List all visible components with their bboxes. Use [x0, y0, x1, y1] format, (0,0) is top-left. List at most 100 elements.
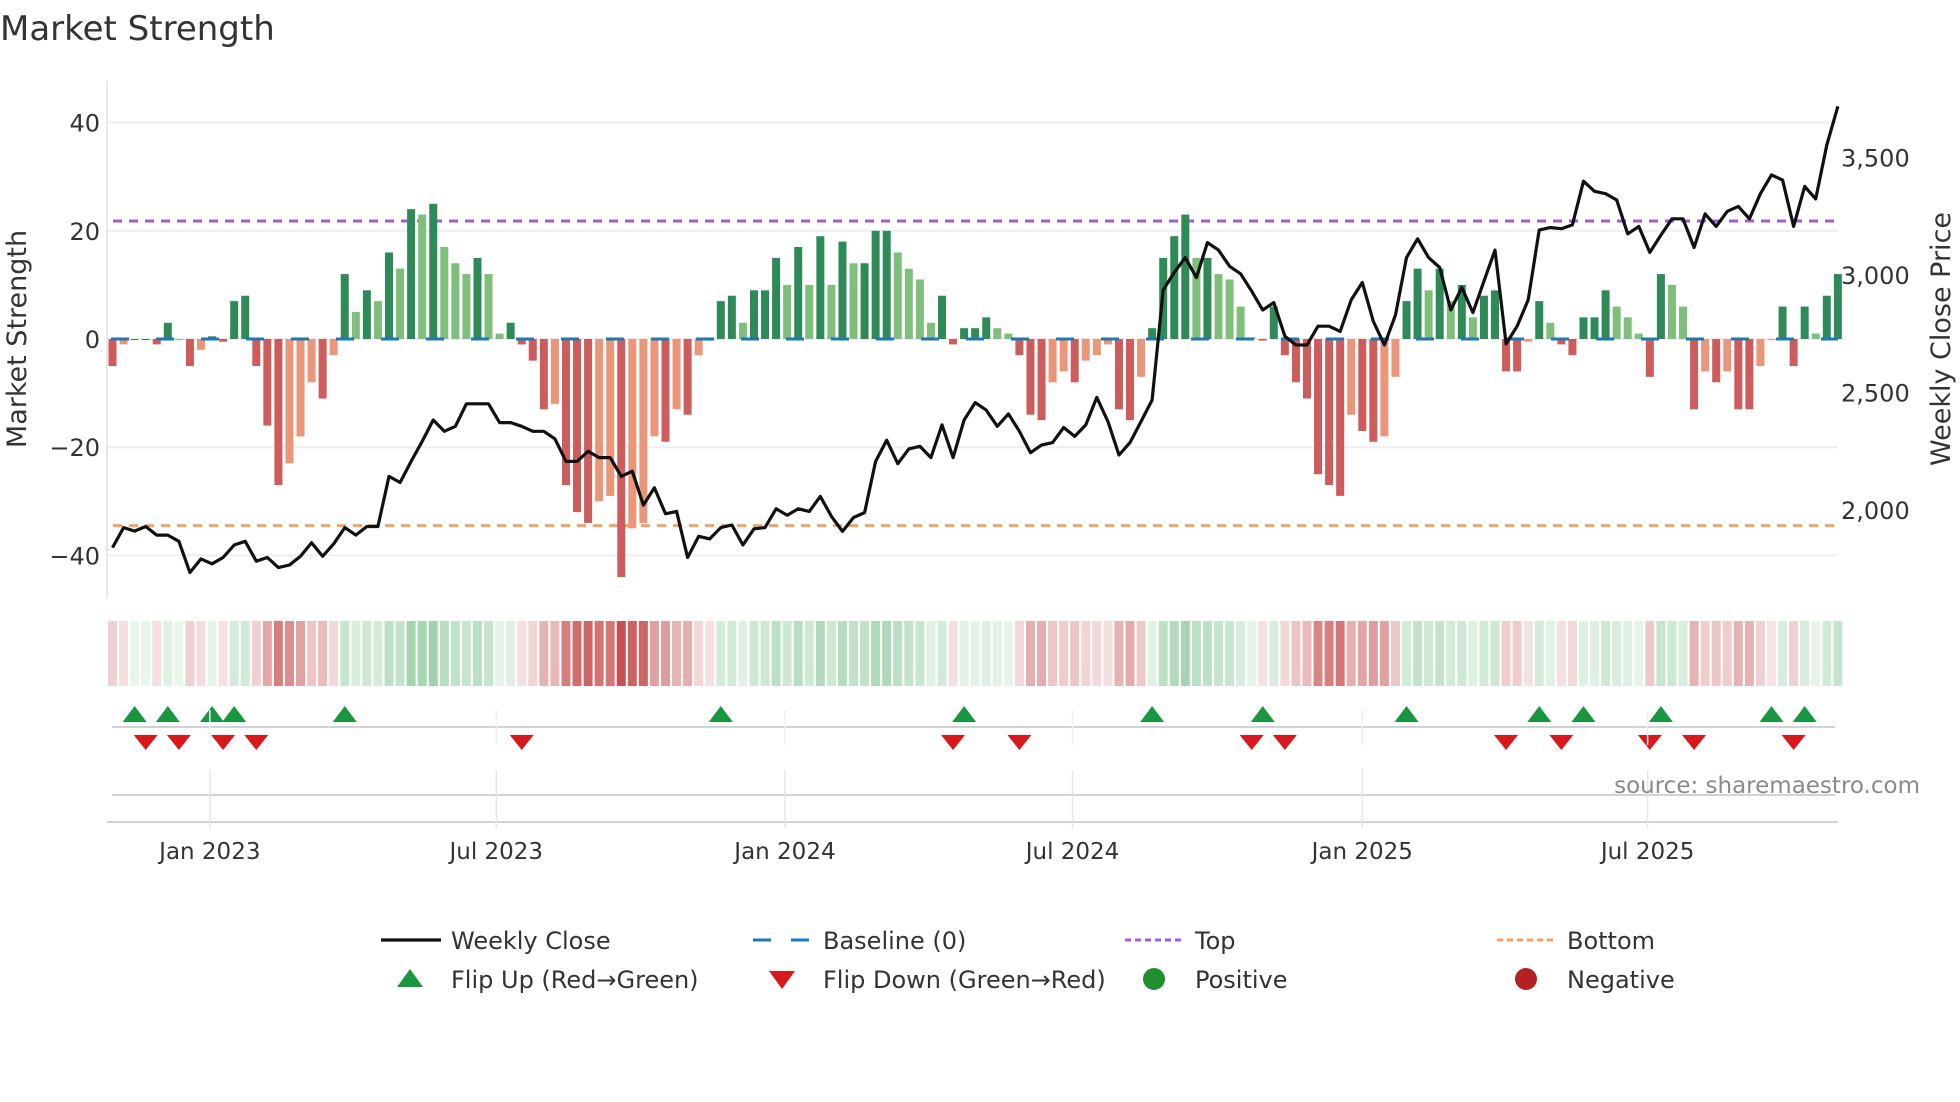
strip-cell: [1523, 621, 1533, 686]
strip-cell: [472, 621, 482, 686]
strength-bar: [816, 236, 825, 339]
strength-bar: [1225, 279, 1234, 339]
strength-bar: [949, 339, 958, 345]
strength-bar: [1491, 290, 1499, 339]
strength-bar: [1513, 339, 1522, 372]
strip-cell: [406, 621, 416, 686]
strength-bar: [1336, 339, 1345, 496]
strip-cell: [904, 621, 914, 686]
triangle-up-icon: [397, 969, 423, 987]
flip-down-marker: [1682, 735, 1707, 750]
strip-cell: [959, 621, 969, 686]
strength-bar: [1424, 290, 1433, 339]
x-tick-label: Jan 2024: [732, 839, 835, 865]
strip-cell: [351, 621, 361, 686]
strip-cell: [1335, 621, 1345, 686]
strip-cell: [1202, 621, 1212, 686]
strip-cell: [1833, 621, 1843, 686]
strength-bar: [783, 284, 792, 339]
strength-bar: [1070, 339, 1079, 383]
strength-bar: [1081, 339, 1090, 361]
strip-cell: [871, 621, 881, 686]
strip-cell: [1711, 621, 1721, 686]
strength-bar: [1479, 295, 1488, 339]
strength-bar: [1778, 306, 1787, 339]
strength-bar: [772, 257, 781, 339]
flip-down-marker: [1239, 735, 1264, 750]
strip-cell: [771, 621, 781, 686]
strength-bar: [1214, 274, 1223, 339]
strength-bar: [1601, 290, 1610, 339]
strip-cell: [1280, 621, 1290, 686]
strip-cell: [1324, 621, 1334, 686]
strip-cell: [561, 621, 571, 686]
strength-bar: [595, 339, 604, 502]
strength-bar: [938, 295, 946, 339]
strength-bar: [407, 209, 416, 339]
strength-bar: [196, 339, 205, 350]
y-tick-label: −20: [49, 434, 100, 462]
y2-tick-label: 2,500: [1841, 380, 1910, 408]
strip-cell: [1512, 621, 1522, 686]
strip-cell: [1025, 621, 1035, 686]
strip-cell: [605, 621, 615, 686]
strength-bar: [1679, 306, 1688, 339]
strip-cell: [196, 621, 206, 686]
strip-cell: [1778, 621, 1788, 686]
strength-bar: [1114, 339, 1123, 410]
strip-cell: [307, 621, 317, 686]
flip-down-marker: [509, 735, 534, 750]
flip-up-marker: [332, 706, 357, 722]
strip-cell: [1390, 621, 1400, 686]
strip-cell: [1667, 621, 1677, 686]
strip-cell: [1623, 621, 1633, 686]
strip-cell: [705, 621, 715, 686]
strength-bar: [1745, 339, 1754, 410]
strip-cell: [937, 621, 947, 686]
flip-up-marker: [708, 706, 733, 722]
strength-bar: [241, 295, 250, 339]
flip-down-marker: [941, 735, 966, 750]
strip-cell: [1755, 621, 1765, 686]
strip-cell: [1678, 621, 1688, 686]
strength-bar: [1524, 339, 1533, 342]
strip-cell: [439, 621, 449, 686]
strength-bar: [1137, 339, 1146, 377]
strength-bar: [528, 339, 537, 361]
strip-cell: [1158, 621, 1168, 686]
strength-bar: [982, 317, 991, 339]
strength-bar: [1767, 339, 1776, 341]
strength-bar: [1712, 339, 1721, 383]
strength-bar: [993, 328, 1002, 339]
triangle-down-icon: [769, 971, 795, 989]
flip-down-marker: [211, 735, 236, 750]
x-tick-label: Jan 2023: [157, 839, 260, 865]
strength-bar: [1369, 339, 1378, 442]
strength-bar: [385, 252, 393, 339]
strength-bar: [1690, 339, 1699, 410]
strip-cell: [340, 621, 350, 686]
strength-bar: [373, 301, 382, 339]
strength-bar: [307, 339, 316, 383]
strip-cell: [251, 621, 261, 686]
strip-cell: [760, 621, 770, 686]
strength-bar: [1623, 317, 1632, 339]
strip-cell: [1037, 621, 1047, 686]
strength-bar: [926, 322, 935, 339]
strength-bar: [1037, 339, 1046, 421]
strength-bar: [1822, 295, 1831, 339]
strip-cell: [572, 621, 582, 686]
strength-bar: [219, 339, 228, 342]
strength-bar: [794, 247, 803, 339]
strip-cell: [1767, 621, 1776, 686]
flip-up-marker: [1792, 706, 1817, 722]
strip-cell: [1789, 621, 1799, 686]
strip-cell: [152, 621, 162, 686]
strength-bar: [1546, 322, 1555, 339]
strength-bar: [749, 290, 758, 339]
strip-cell: [218, 621, 228, 686]
strip-cell: [539, 621, 549, 686]
level-lines: [113, 219, 1838, 528]
strength-bar: [1645, 339, 1654, 377]
strip-cell: [373, 621, 383, 686]
